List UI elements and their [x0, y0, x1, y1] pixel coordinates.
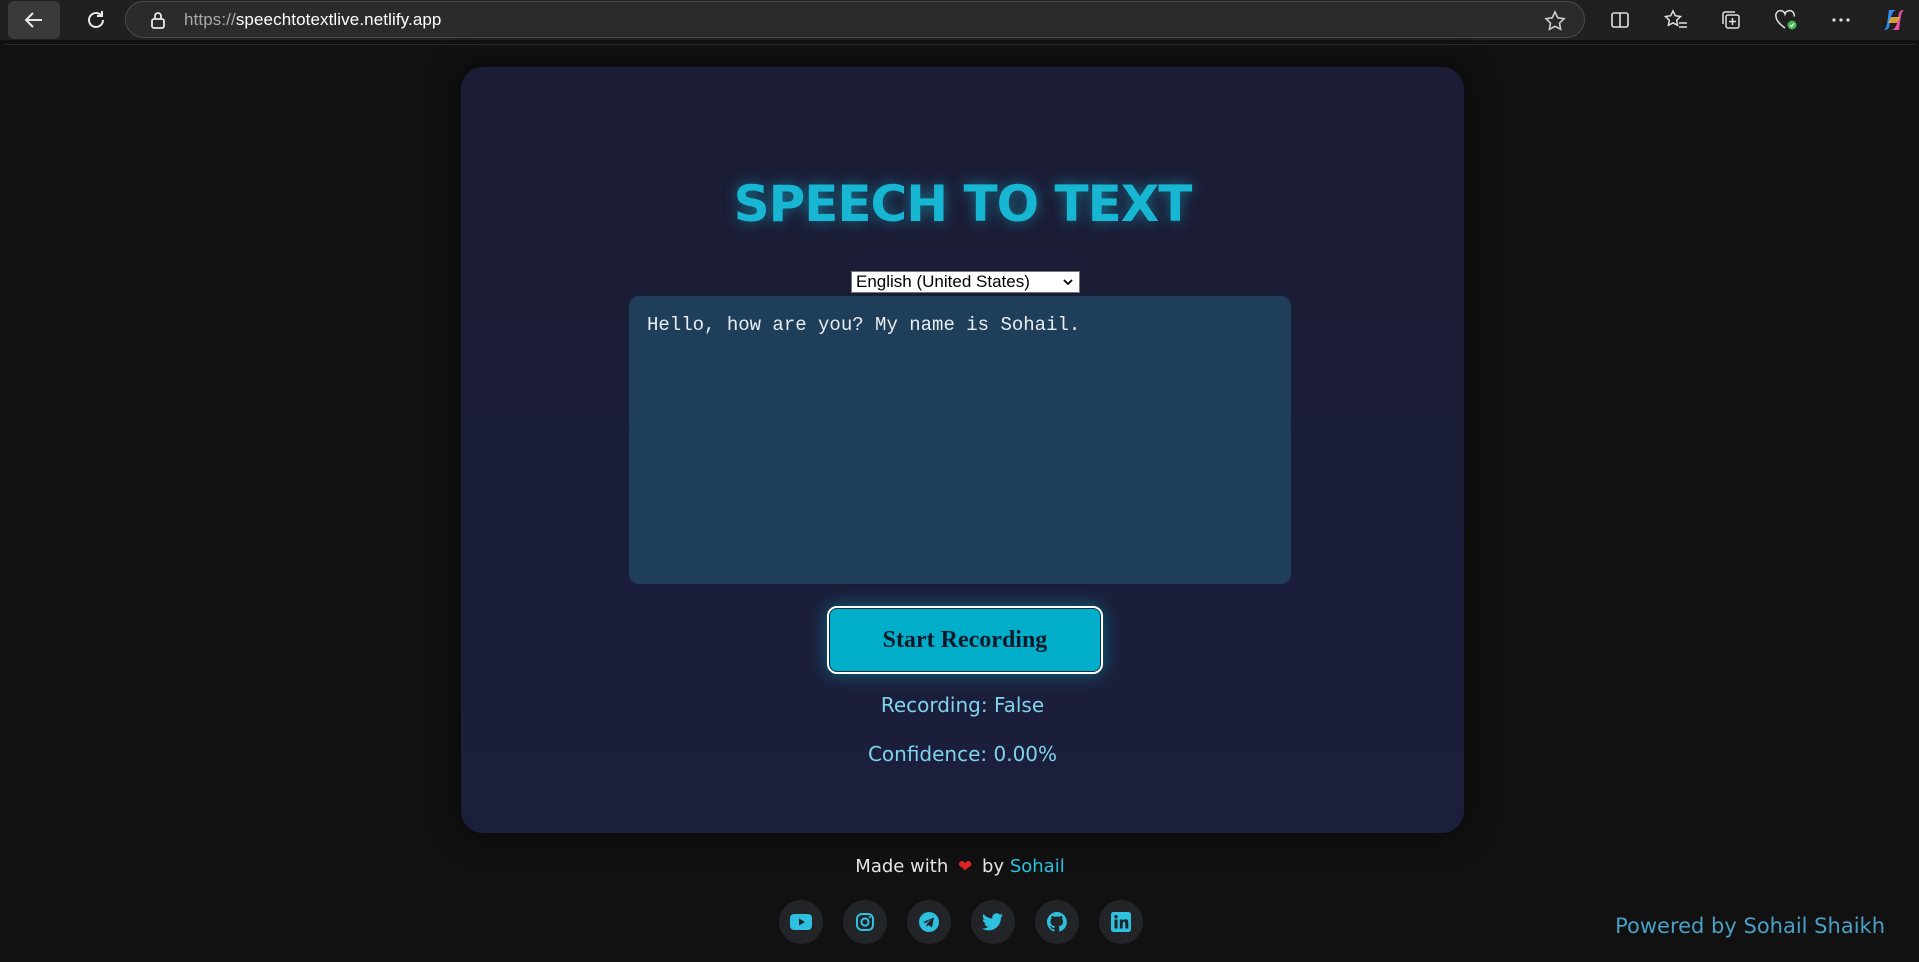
lock-icon [148, 10, 168, 30]
page-viewport: SPEECH TO TEXT English (United States) H… [5, 44, 1915, 962]
star-icon[interactable] [1544, 10, 1566, 37]
reload-icon [88, 11, 104, 28]
split-screen-icon[interactable] [1606, 6, 1634, 34]
linkedin-icon[interactable] [1099, 900, 1143, 944]
twitter-icon[interactable] [971, 900, 1015, 944]
start-recording-button[interactable]: Start Recording [827, 606, 1103, 674]
footer-credit: Made with ❤ by Sohail [5, 856, 1915, 877]
browser-essentials-icon[interactable] [1772, 6, 1800, 34]
telegram-icon[interactable] [907, 900, 951, 944]
social-links [779, 900, 1143, 944]
back-button[interactable] [8, 1, 60, 39]
author-link[interactable]: Sohail [1010, 856, 1065, 877]
made-with-text: Made with [855, 856, 949, 877]
recording-status: Recording: False [880, 693, 1045, 717]
by-text: by [982, 856, 1005, 877]
language-select-value: English (United States) [856, 272, 1030, 291]
address-bar[interactable]: https://speechtotextlive.netlify.app [125, 1, 1585, 38]
youtube-icon[interactable] [779, 900, 823, 944]
collections-icon[interactable] [1717, 6, 1745, 34]
instagram-icon[interactable] [843, 900, 887, 944]
confidence-status: Confidence: 0.00% [867, 742, 1058, 766]
heart-icon: ❤ [958, 857, 973, 877]
speech-card: SPEECH TO TEXT English (United States) H… [461, 67, 1464, 833]
browser-toolbar: https://speechtotextlive.netlify.app [0, 0, 1919, 40]
github-icon[interactable] [1035, 900, 1079, 944]
favorites-icon[interactable] [1662, 6, 1690, 34]
language-select[interactable]: English (United States) [851, 271, 1080, 293]
page-title: SPEECH TO TEXT [733, 175, 1193, 233]
chevron-down-icon [1061, 274, 1075, 294]
reload-button[interactable] [70, 1, 122, 39]
back-icon [24, 12, 42, 28]
copilot-icon[interactable] [1880, 6, 1908, 34]
more-icon[interactable] [1827, 6, 1855, 34]
powered-by-text: Powered by Sohail Shaikh [1615, 914, 1885, 938]
transcript-textarea[interactable]: Hello, how are you? My name is Sohail. [629, 296, 1291, 584]
url-text: https://speechtotextlive.netlify.app [184, 9, 442, 29]
